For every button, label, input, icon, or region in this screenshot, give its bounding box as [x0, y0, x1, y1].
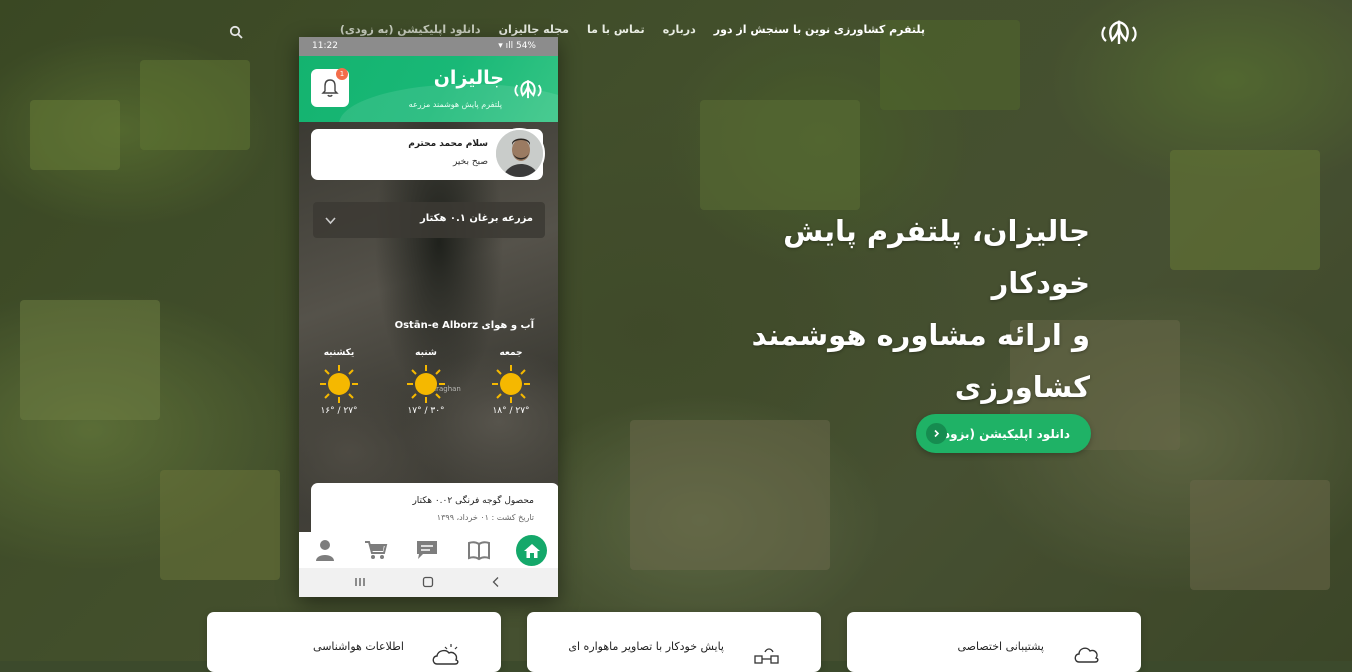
feature-title: اطلاعات هواشناسی	[313, 640, 404, 653]
download-app-button[interactable]: دانلود اپلیکیشن (بزودی)	[916, 414, 1091, 453]
home-icon	[523, 543, 540, 558]
weather-day-name: جمعه	[499, 348, 523, 358]
app-tagline: پلتفرم پایش هوشمند مزرعه	[408, 100, 502, 109]
home-button[interactable]	[516, 535, 547, 566]
nav-links: پلتفرم کشاورزی نوین با سنجش از دور دربار…	[340, 23, 925, 36]
weather-day: شنبه ۱۷° / ۳۰°	[396, 348, 456, 416]
feature-title: پایش خودکار با تصاویر ماهواره ای	[568, 640, 724, 653]
status-time: 11:22	[312, 41, 338, 51]
app-name: جالیزان	[433, 67, 504, 89]
top-navbar: پلتفرم کشاورزی نوین با سنجش از دور دربار…	[0, 0, 1352, 62]
back-icon[interactable]	[490, 576, 502, 588]
signal-icon: ▾ ıll	[498, 41, 516, 51]
weather-title: آب و هوای Ostān-e Alborz	[394, 320, 534, 331]
app-logo-icon	[514, 80, 542, 99]
sun-icon	[492, 365, 530, 403]
bell-icon	[321, 79, 339, 97]
weather-cloud-icon	[432, 644, 459, 665]
crop-date: تاریخ کشت : ۰۱ خرداد، ۱۳۹۹	[436, 513, 534, 522]
book-icon[interactable]	[467, 539, 491, 561]
cart-icon[interactable]	[364, 539, 388, 561]
nav-link-about[interactable]: درباره	[663, 23, 696, 36]
greeting-subtitle: صبح بخیر	[452, 157, 488, 167]
app-bottom-nav	[299, 532, 558, 568]
phone-status-bar: 11:22 ▾ ıll 54%	[299, 37, 558, 56]
app-header: جالیزان پلتفرم پایش هوشمند مزرعه 1	[299, 56, 558, 122]
satellite-icon	[754, 648, 779, 664]
weather-day-name: شنبه	[415, 348, 437, 358]
profile-icon[interactable]	[313, 539, 337, 561]
feature-card[interactable]: پشتیبانی اختصاصی	[847, 612, 1141, 672]
status-battery: ▾ ıll 54%	[498, 41, 536, 51]
search-icon[interactable]	[229, 25, 243, 39]
battery-level: 54%	[515, 41, 536, 51]
chevron-right-icon	[926, 423, 947, 444]
sun-icon	[320, 365, 358, 403]
weather-day: یکشنبه ۱۶° / ۲۷°	[309, 348, 369, 416]
feature-title: پشتیبانی اختصاصی	[957, 640, 1045, 653]
brand-logo-icon[interactable]	[1098, 18, 1140, 46]
notification-badge: 1	[336, 68, 348, 80]
support-cloud-icon	[1074, 647, 1099, 663]
phone-mockup: 11:22 ▾ ıll 54% جالیزان پلتفرم پایش هوشم…	[299, 37, 558, 597]
nav-link-download[interactable]: دانلود اپلیکیشن (به زودی)	[340, 23, 481, 36]
recent-apps-icon[interactable]	[354, 576, 366, 588]
greeting-card: سلام محمد محترم صبح بخیر	[311, 128, 545, 180]
chevron-down-icon	[325, 217, 336, 225]
download-app-label: دانلود اپلیکیشن (بزودی)	[927, 426, 1070, 441]
avatar[interactable]	[494, 128, 545, 179]
nav-link-tagline[interactable]: پلتفرم کشاورزی نوین با سنجش از دور	[714, 23, 925, 36]
farm-selector[interactable]: مزرعه برغان ۰.۱ هکتار	[313, 202, 545, 238]
user-photo-icon	[496, 130, 543, 177]
nav-link-contact[interactable]: تماس با ما	[587, 23, 645, 36]
weather-day: جمعه ۱۸° / ۲۷°	[481, 348, 541, 416]
nav-link-magazine[interactable]: مجله جالیزان	[499, 23, 569, 36]
hero-title: جالیزان، پلتفرم پایش خودکار و ارائه مشاو…	[700, 205, 1090, 413]
hero-title-line: کشاورزی	[954, 370, 1090, 404]
aerial-background	[0, 0, 1352, 661]
feature-card[interactable]: پایش خودکار با تصاویر ماهواره ای	[527, 612, 821, 672]
system-nav-bar	[299, 568, 558, 597]
weather-day-temp: ۱۷° / ۳۰°	[407, 406, 445, 416]
sun-icon	[407, 365, 445, 403]
farm-selector-label: مزرعه برغان ۰.۱ هکتار	[420, 213, 533, 224]
hero-title-line: و ارائه مشاوره هوشمند	[751, 318, 1090, 352]
chat-icon[interactable]	[415, 539, 439, 561]
crop-title: محصول گوجه فرنگی ۰.۰۲ هکتار	[412, 496, 534, 506]
weather-day-temp: ۱۸° / ۲۷°	[492, 406, 530, 416]
hero-title-line: جالیزان، پلتفرم پایش خودکار	[783, 214, 1090, 300]
home-nav-icon[interactable]	[422, 576, 434, 588]
feature-card[interactable]: اطلاعات هواشناسی	[207, 612, 501, 672]
greeting-name: سلام محمد محترم	[408, 139, 488, 149]
bg-shade	[0, 0, 1352, 661]
weather-day-temp: ۱۶° / ۲۷°	[320, 406, 358, 416]
weather-day-name: یکشنبه	[323, 348, 355, 358]
